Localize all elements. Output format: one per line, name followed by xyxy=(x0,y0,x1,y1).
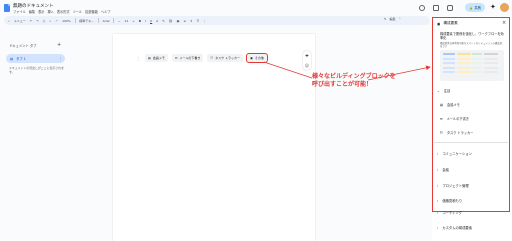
section-communication[interactable]: › コミュニケーション xyxy=(437,151,472,157)
item-label: メールの下書き xyxy=(446,117,469,121)
panel-header: ▣ 構成要素 xyxy=(437,21,458,26)
close-icon[interactable]: × xyxy=(502,20,506,26)
section-label: 価格見積もり xyxy=(442,199,463,203)
tasks-icon: ☷ xyxy=(440,130,443,135)
note-icon: ▤ xyxy=(440,102,444,107)
annotation-line-2: 呼び出すことが可能！ xyxy=(312,80,373,88)
annotation-line-1: 様々なビルディングブロックを xyxy=(312,73,396,80)
chevron-right-icon: › xyxy=(437,183,439,188)
section-price-estimate[interactable]: › 価格見積もり xyxy=(437,198,463,204)
section-label: カスタムの構成要素 xyxy=(442,226,472,230)
section-meetings[interactable]: › 会議 xyxy=(437,167,449,173)
chevron-right-icon: › xyxy=(437,167,439,172)
blocks-icon: ▣ xyxy=(437,21,441,26)
mail-icon: ✉ xyxy=(440,116,443,121)
preview-illustration xyxy=(440,50,504,81)
item-label: 会議メモ xyxy=(447,103,460,107)
section-label: 注目 xyxy=(443,89,451,93)
section-project-management[interactable]: › プロジェクト管理 xyxy=(437,183,469,189)
chevron-down-icon: ⌄ xyxy=(437,88,440,93)
panel-intro-detail: 構成要素は再利用可能なスマートなドキュメントの構成単位です xyxy=(440,42,503,48)
panel-intro: 構成要素で関係を強化し、ワークフローを効率化 xyxy=(440,32,504,40)
section-coding[interactable]: › コーディング xyxy=(437,210,462,216)
panel-item-meeting-notes[interactable]: ▤ 会議メモ xyxy=(440,102,460,108)
chevron-right-icon: › xyxy=(437,210,439,215)
section-label: プロジェクト管理 xyxy=(442,184,469,188)
arrow-to-chip xyxy=(263,61,313,79)
divider xyxy=(434,142,508,143)
section-label: コーディング xyxy=(442,211,462,215)
annotation-text: 様々なビルディングブロックを 呼び出すことが可能！ xyxy=(312,73,396,88)
panel-title: 構成要素 xyxy=(443,21,458,25)
section-custom-blocks[interactable]: › カスタムの構成要素 xyxy=(437,225,472,231)
item-label: タスク トラッカー xyxy=(446,131,474,135)
section-label: 会議 xyxy=(442,168,449,172)
chevron-right-icon: › xyxy=(437,225,439,230)
section-label: コミュニケーション xyxy=(442,152,472,156)
panel-item-email-draft[interactable]: ✉ メールの下書き xyxy=(440,116,469,122)
chevron-right-icon: › xyxy=(437,198,439,203)
chevron-right-icon: › xyxy=(437,151,439,156)
section-featured[interactable]: ⌄ 注目 xyxy=(437,88,451,94)
panel-item-task-tracker[interactable]: ☷ タスク トラッカー xyxy=(440,130,474,136)
